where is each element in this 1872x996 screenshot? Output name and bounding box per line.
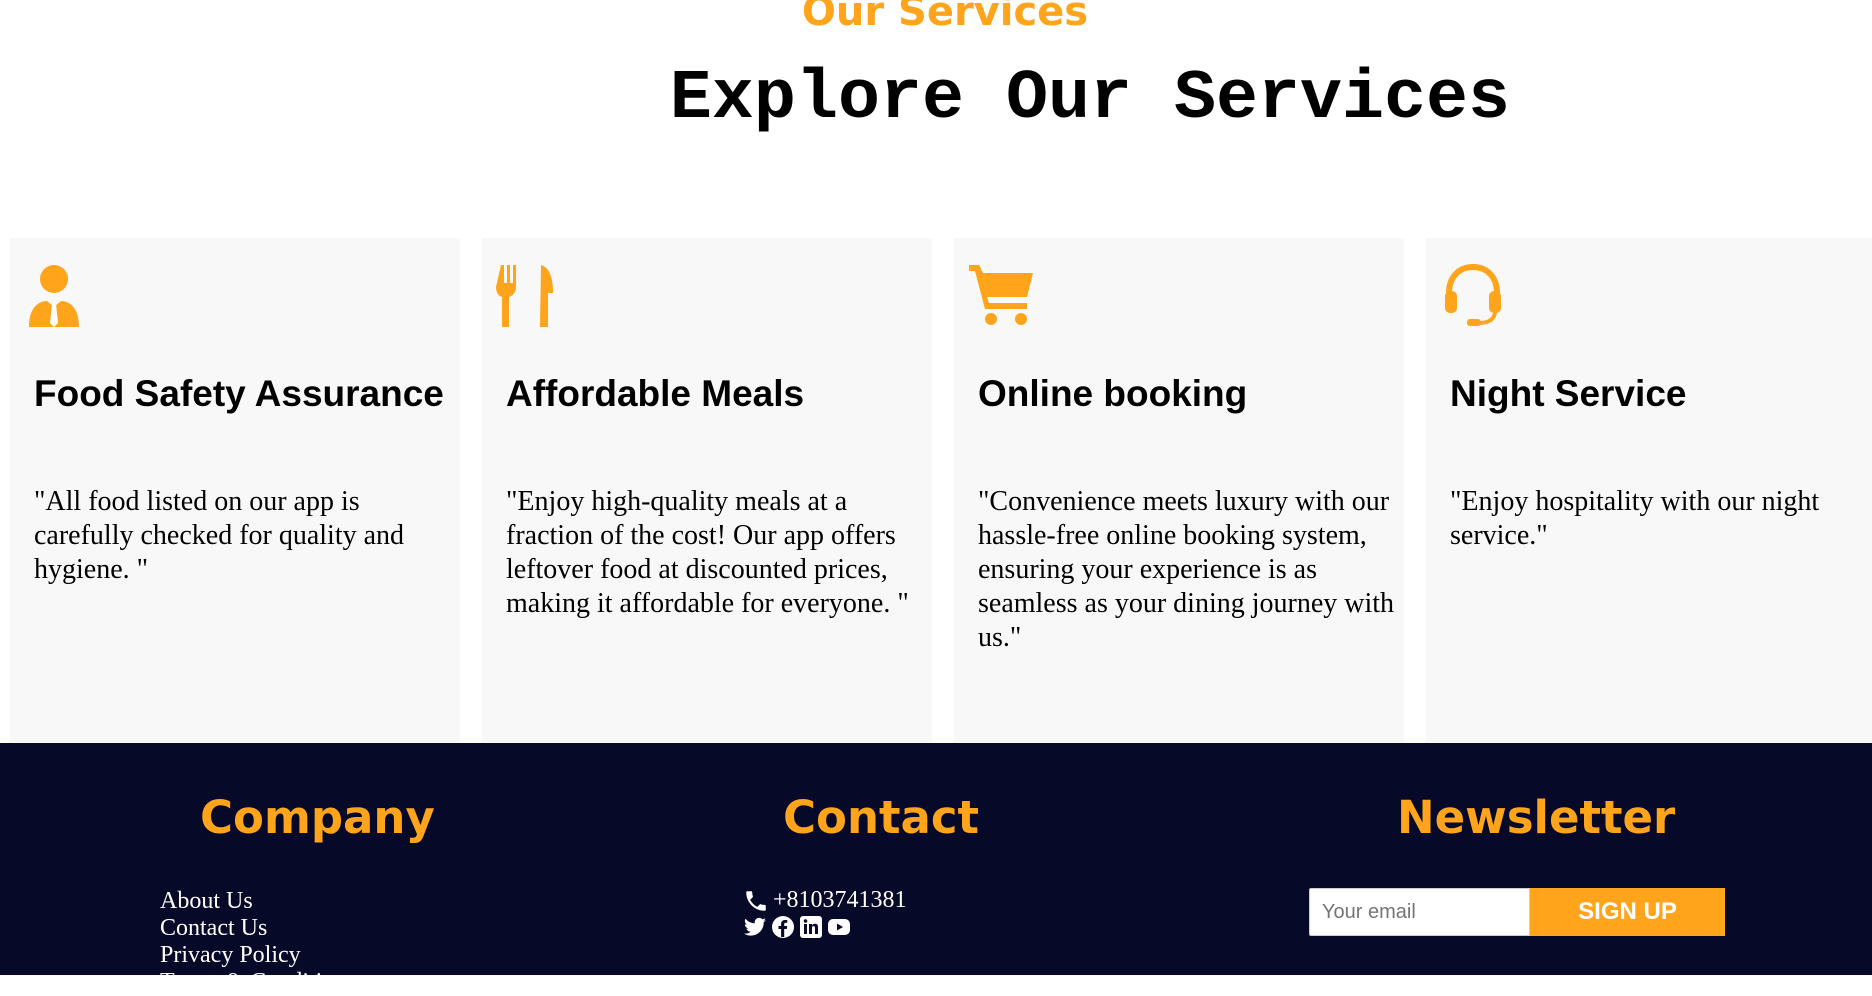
card-text: "Enjoy hospitality with our night servic…	[1450, 486, 1820, 551]
phone-number[interactable]: +8103741381	[773, 887, 907, 914]
section-title: Explore Our Services	[669, 60, 1511, 139]
contact-heading: Contact	[783, 791, 980, 844]
service-cards: Food Safety Assurance "All food listed o…	[0, 238, 1872, 762]
headset-icon	[1440, 263, 1506, 327]
company-links: About Us Contact Us Privacy Policy Terms…	[160, 888, 346, 996]
linkedin-icon[interactable]	[799, 915, 823, 939]
service-card-night-service: Night Service "Enjoy hospitality with ou…	[1426, 238, 1872, 762]
twitter-icon[interactable]	[743, 915, 767, 939]
card-title: Online booking	[978, 373, 1248, 414]
footer-link-contact[interactable]: Contact Us	[160, 915, 346, 942]
card-text: "Enjoy high-quality meals at a fraction …	[506, 486, 909, 619]
site-footer: Company About Us Contact Us Privacy Poli…	[0, 743, 1872, 995]
company-heading: Company	[200, 791, 435, 844]
service-card-food-safety: Food Safety Assurance "All food listed o…	[10, 238, 460, 762]
card-text: "Convenience meets luxury with our hassl…	[978, 486, 1395, 653]
service-card-online-booking: Online booking "Convenience meets luxury…	[954, 238, 1404, 762]
newsletter-form: SIGN UP	[1309, 888, 1725, 936]
social-links	[743, 915, 851, 939]
service-card-affordable-meals: Affordable Meals "Enjoy high-quality mea…	[482, 238, 932, 762]
card-title: Food Safety Assurance	[34, 373, 444, 414]
newsletter-heading: Newsletter	[1397, 791, 1676, 844]
utensils-icon	[496, 263, 562, 327]
card-title: Night Service	[1450, 373, 1687, 414]
card-text: "All food listed on our app is carefully…	[34, 486, 405, 585]
section-kicker: Our Services	[801, 0, 1089, 35]
cart-icon	[968, 263, 1034, 327]
phone-icon	[746, 890, 766, 911]
user-tie-icon	[24, 263, 90, 327]
phone-line: +8103741381	[743, 887, 907, 914]
email-input[interactable]	[1309, 888, 1530, 936]
footer-link-privacy[interactable]: Privacy Policy	[160, 942, 346, 969]
facebook-icon[interactable]	[771, 915, 795, 939]
footer-link-about[interactable]: About Us	[160, 888, 346, 915]
footer-link-terms[interactable]: Terms & Condition	[160, 969, 346, 996]
card-title: Affordable Meals	[506, 373, 805, 414]
youtube-icon[interactable]	[827, 915, 851, 939]
sign-up-button[interactable]: SIGN UP	[1530, 888, 1725, 936]
